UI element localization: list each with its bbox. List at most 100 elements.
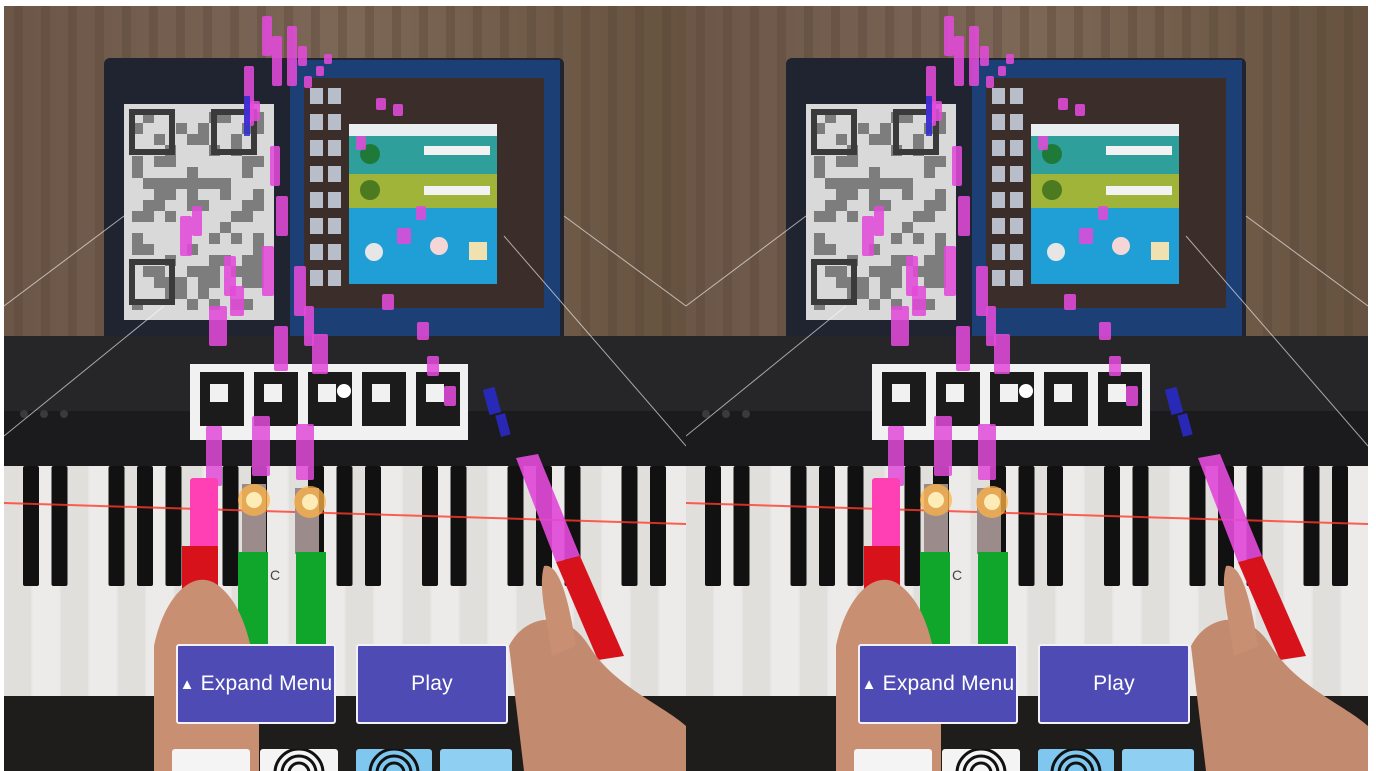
falling-note [934,416,952,476]
thumbnail-eye[interactable] [356,747,432,771]
black-key [222,466,239,586]
falling-note [891,306,909,346]
black-key [1104,466,1120,586]
falling-note [316,66,324,76]
desktop-icon [992,270,1005,286]
qr-module [924,167,935,178]
qr-module [253,156,264,167]
qr-module [176,288,187,299]
qr-module [165,189,176,200]
qr-module [825,211,836,222]
black-key [450,466,467,586]
qr-module [913,233,924,244]
qr-module [913,134,924,145]
qr-module [814,233,825,244]
qr-module [242,266,253,277]
qr-module [132,211,143,222]
thumbnail-eye[interactable] [1038,747,1114,771]
desktop-icon [1010,218,1023,234]
curtain-fold [581,6,590,366]
curtain-fold [95,6,104,366]
qr-module [132,167,143,178]
falling-note-blue [244,96,250,136]
thumbnail-blank[interactable] [854,749,932,771]
falling-note [417,322,429,340]
qr-module [165,178,176,189]
qr-module [880,266,891,277]
falling-note [262,246,274,296]
app-tile-icon [1112,237,1130,255]
black-key [23,466,39,586]
falling-note [382,294,394,310]
aruco-cell [426,384,444,402]
qr-module [858,277,869,288]
desktop-icon [310,166,323,182]
qr-module [132,233,143,244]
falling-note [262,16,272,56]
qr-module [209,277,220,288]
qr-module [154,156,165,167]
desktop-icon [310,140,323,156]
black-key [733,466,750,586]
triangle-up-icon: ▲ [861,675,877,693]
falling-note [874,206,884,236]
aruco-cell [372,384,390,402]
black-key [51,466,68,586]
falling-note [958,196,970,236]
desktop-icon [1010,244,1023,260]
play-button[interactable]: Play [356,644,508,724]
qr-module [231,211,242,222]
falling-note [230,286,244,316]
qr-module [814,156,825,167]
black-key [1047,466,1063,586]
qr-module [847,156,858,167]
play-button[interactable]: Play [1038,644,1190,724]
ar-scene: C [4,6,686,771]
curtain-fold [750,6,759,366]
thumbnail-target[interactable] [260,747,338,771]
key-label: C [270,567,280,583]
play-label: Play [411,672,453,695]
qr-module [187,266,198,277]
falling-note [180,216,192,256]
falling-note [944,16,954,56]
thumbnail-sky[interactable] [440,749,512,771]
qr-module [143,266,154,277]
note-bar-green [978,552,1008,652]
qr-module [858,123,869,134]
aruco-cell [264,384,282,402]
qr-module [143,211,154,222]
qr-module [220,189,231,200]
expand-menu-button[interactable]: ▲ Expand Menu [176,644,336,724]
piano-knob [702,410,710,418]
qr-module [242,255,253,266]
qr-module [836,266,847,277]
qr-module [869,266,880,277]
thumbnail-blank[interactable] [172,749,250,771]
curtain-fold [635,6,644,366]
falling-note [296,424,314,480]
qr-module [198,288,209,299]
piano-knob [40,410,48,418]
expand-menu-button[interactable]: ▲ Expand Menu [858,644,1018,724]
thumbnail-sky[interactable] [1122,749,1194,771]
falling-note [324,54,332,64]
aruco-cell [210,384,228,402]
desktop-icon [310,218,323,234]
curtain-fold [696,6,705,366]
qr-module [198,134,209,145]
curtain-fold [662,6,671,366]
falling-note [944,246,956,296]
falling-note [1038,136,1048,150]
app-input [1106,186,1172,195]
desktop-icon [992,88,1005,104]
falling-note [912,286,926,316]
desktop-icon [992,244,1005,260]
black-key [1303,466,1320,586]
qr-module [913,211,924,222]
curtain-fold [777,6,786,366]
qr-module [143,178,154,189]
thumbnail-target[interactable] [942,747,1020,771]
qr-module [165,211,176,222]
left-eye-view: C ▲ Expand Menu Play [4,6,686,771]
